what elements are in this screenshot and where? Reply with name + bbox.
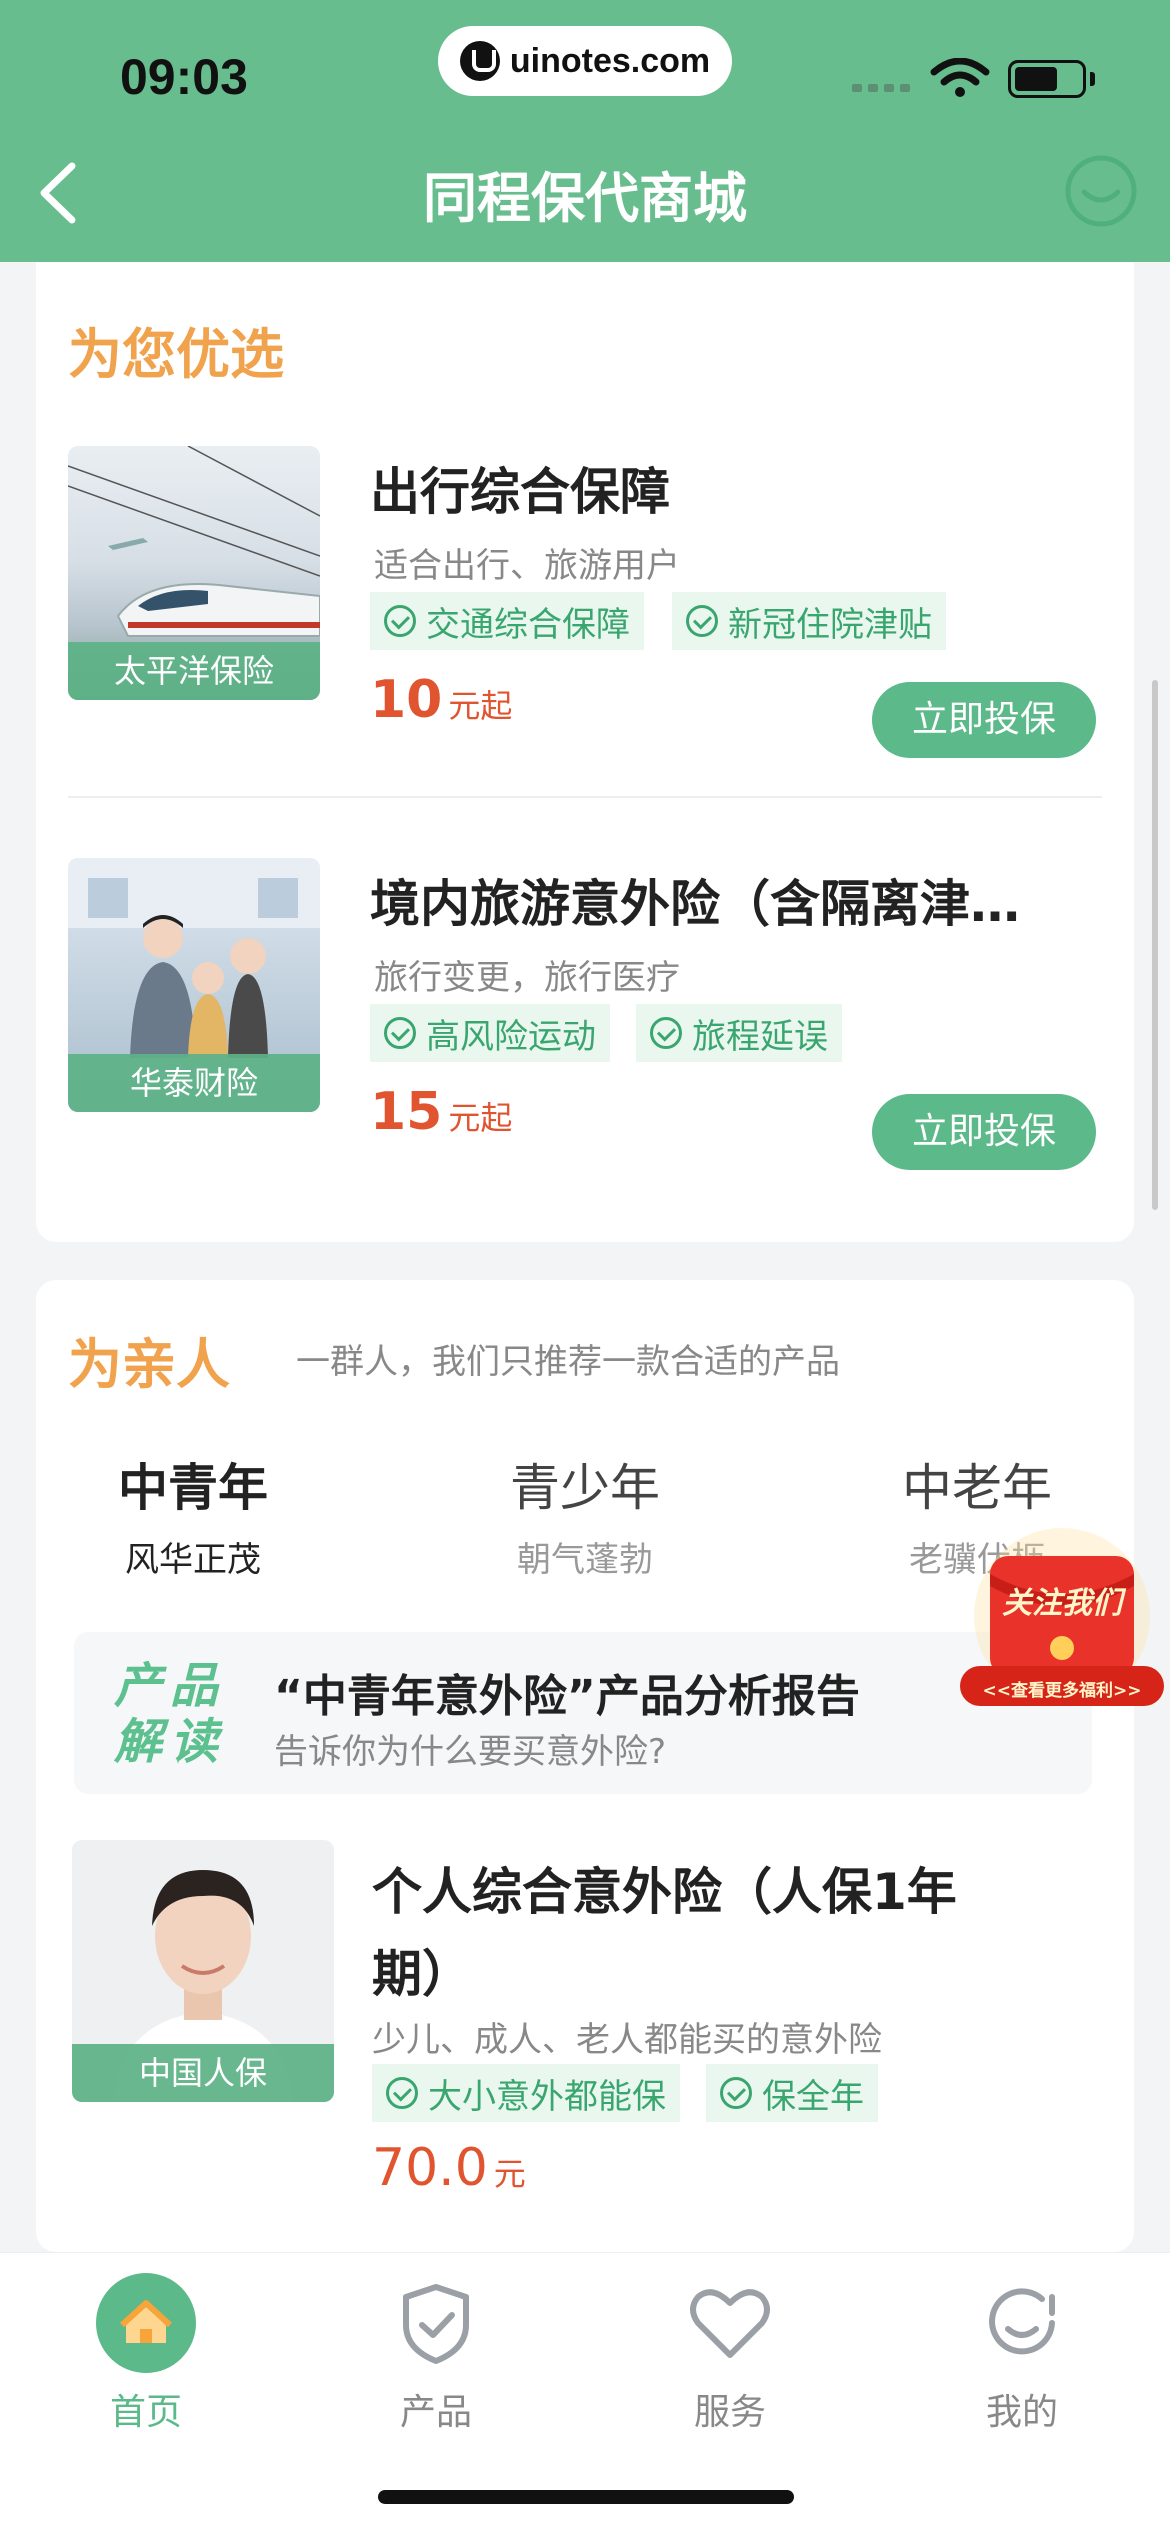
check-circle-icon [720,2077,752,2109]
product-price: 15 元起 [370,1082,513,1142]
product-tag: 高风险运动 [370,1004,610,1062]
product-subtitle: 少儿、成人、老人都能买的意外险 [372,2020,882,2060]
tab-teenager[interactable]: 青少年 朝气蓬勃 [480,1448,690,1581]
nav-mine[interactable]: 我的 [922,2273,1122,2435]
check-circle-icon [650,1017,682,1049]
home-indicator[interactable] [378,2490,794,2504]
check-circle-icon [686,605,718,637]
product-price: 70.0 元 [372,2138,526,2198]
family-section-title: 为亲人 [68,1333,230,1397]
featured-section-title: 为您优选 [68,323,284,387]
battery-cap [1090,72,1095,86]
user-smile-icon [972,2273,1072,2373]
heart-icon [680,2273,780,2373]
promo-title: 关注我们 [1002,1586,1122,1621]
product-image-person[interactable]: 中国人保 [72,1840,334,2102]
site-logo-icon [459,41,500,81]
battery-icon [1008,60,1086,98]
nav-products[interactable]: 产品 [336,2273,536,2435]
divider [68,796,1102,798]
insurer-label: 华泰财险 [68,1054,320,1112]
shield-icon [386,2273,486,2373]
report-subtitle: 告诉你为什么要买意外险? [274,1732,667,1772]
url-pill[interactable]: uinotes.com [438,26,732,96]
product-image-train[interactable]: 太平洋保险 [68,446,320,700]
product-tag: 保全年 [706,2064,878,2122]
product-tag: 交通综合保障 [370,592,644,650]
wifi-icon [930,58,990,97]
check-circle-icon [386,2077,418,2109]
nav-home[interactable]: 首页 [46,2273,246,2435]
product-tag: 新冠住院津贴 [672,592,946,650]
product-subtitle: 适合出行、旅游用户 [374,546,680,586]
family-section-subtitle: 一群人，我们只推荐一款合适的产品 [296,1342,840,1382]
scrollbar[interactable] [1152,680,1158,1210]
product-price: 10 元起 [370,670,513,730]
insurer-label: 中国人保 [72,2044,334,2102]
buy-now-button[interactable]: 立即投保 [872,1094,1096,1170]
product-title[interactable]: 境内旅游意外险（含隔离津… [370,864,1090,936]
product-title-line2[interactable]: 期） [372,1934,472,2006]
status-time: 09:03 [120,49,248,105]
product-report-banner[interactable]: 产品解读 “中青年意外险”产品分析报告 告诉你为什么要买意外险? [74,1632,1092,1794]
product-title[interactable]: 个人综合意外险（人保1年 [372,1852,957,1924]
buy-now-button[interactable]: 立即投保 [872,682,1096,758]
product-tag: 大小意外都能保 [372,2064,680,2122]
product-title[interactable]: 出行综合保障 [370,452,670,524]
chat-icon[interactable] [1062,152,1140,230]
product-subtitle: 旅行变更，旅行医疗 [374,958,680,998]
tab-young-adult[interactable]: 中青年 风华正茂 [88,1448,298,1581]
page-title: 同程保代商城 [423,167,747,230]
check-circle-icon [384,605,416,637]
nav-service[interactable]: 服务 [630,2273,830,2435]
report-badge: 产品解读 [114,1658,227,1770]
report-title: “中青年意外险”产品分析报告 [274,1671,860,1722]
url-text: uinotes.com [509,41,711,80]
check-circle-icon [384,1017,416,1049]
cellular-signal-icon [852,84,910,92]
product-tag: 旅程延误 [636,1004,842,1062]
app-header: 09:03 uinotes.com 同程保代商城 [0,0,1170,262]
insurer-label: 太平洋保险 [68,642,320,700]
product-image-family[interactable]: 华泰财险 [68,858,320,1112]
home-icon [96,2273,196,2373]
follow-us-promo[interactable]: 关注我们 <<查看更多福利>> [960,1516,1164,1726]
promo-subtitle: <<查看更多福利>> [982,1681,1142,1701]
